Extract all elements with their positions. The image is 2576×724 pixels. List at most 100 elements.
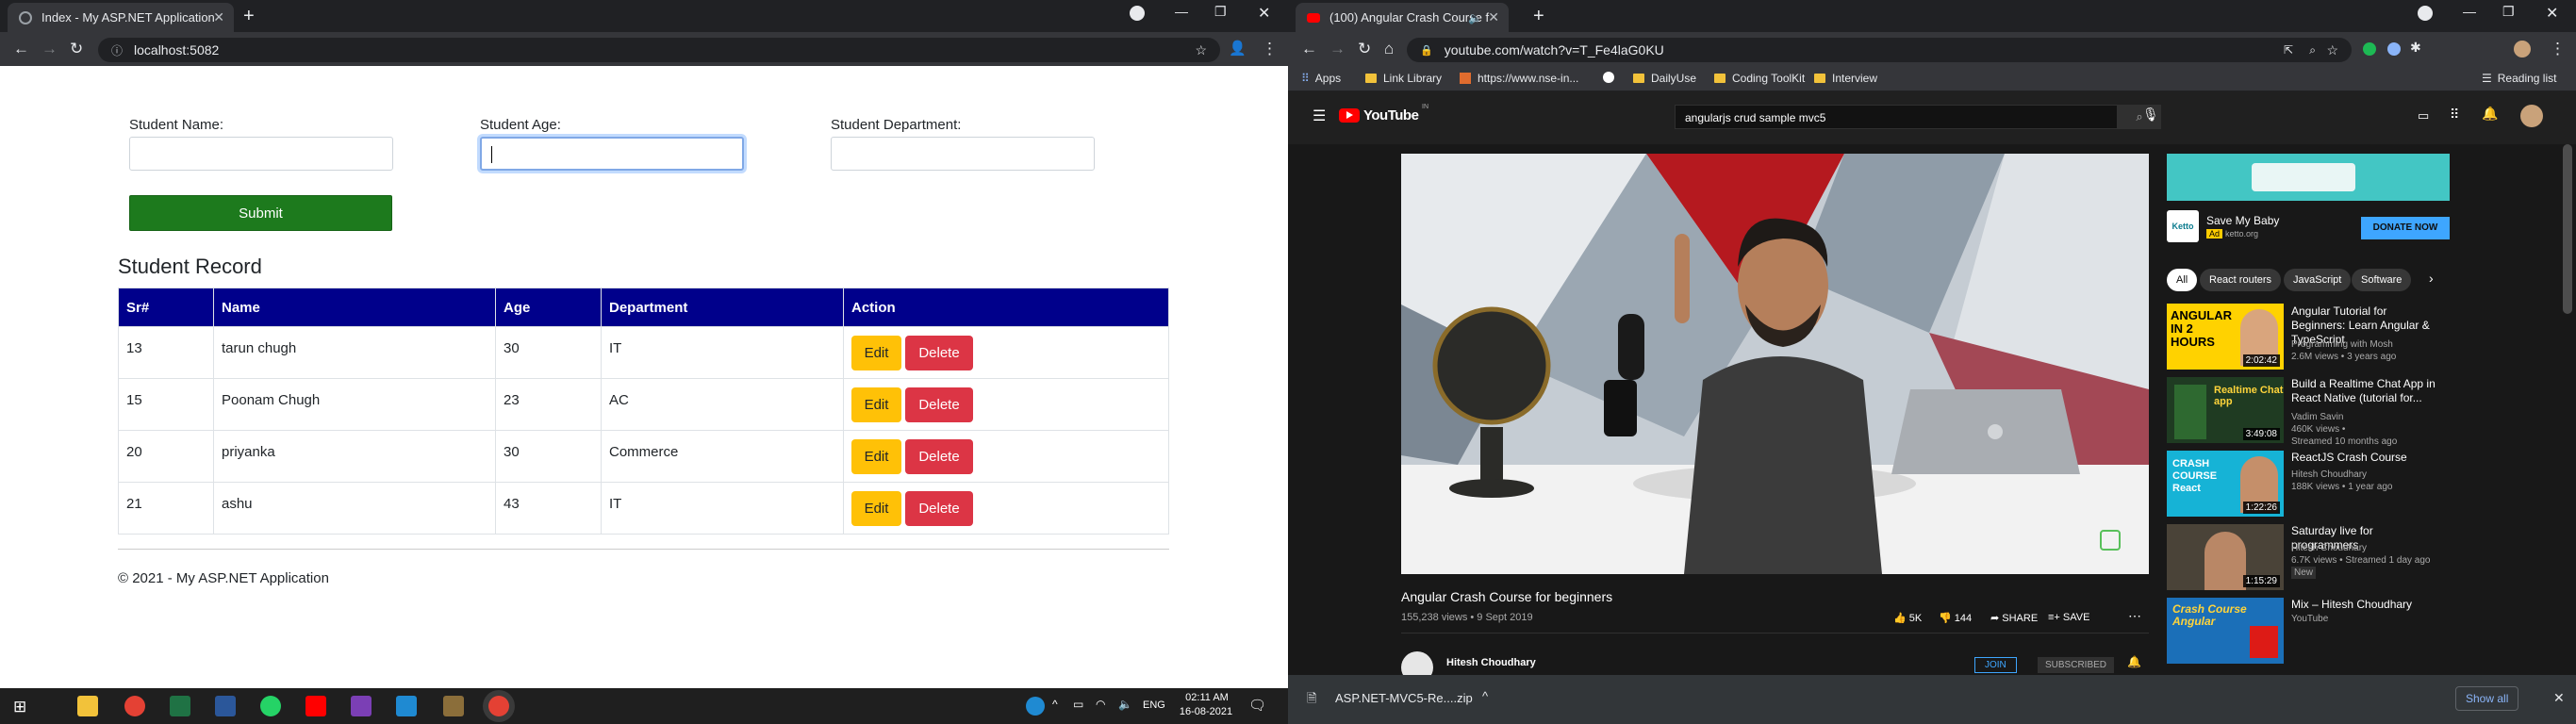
close-icon[interactable]: ✕ xyxy=(2553,690,2565,706)
star-icon[interactable]: ☆ xyxy=(2326,42,2338,58)
vscode-icon[interactable] xyxy=(396,696,417,716)
show-all-button[interactable]: Show all xyxy=(2455,686,2519,711)
student-age-input[interactable] xyxy=(480,137,744,171)
back-icon[interactable]: ← xyxy=(13,40,29,58)
chevron-up-icon[interactable]: ^ xyxy=(1482,689,1488,703)
zoom-icon[interactable]: ⌕ xyxy=(2309,43,2316,58)
notifications-icon[interactable]: 🔔 xyxy=(2482,106,2498,122)
whatsapp-icon[interactable] xyxy=(260,696,281,716)
chrome-active-icon[interactable] xyxy=(488,696,509,716)
delete-button[interactable]: Delete xyxy=(905,490,973,526)
recommendation-thumbnail[interactable]: Crash Course Angular xyxy=(2167,598,2284,664)
student-department-input[interactable] xyxy=(831,137,1095,171)
clock-date[interactable]: 16-08-2021 xyxy=(1177,706,1235,717)
left-active-tab[interactable]: Index - My ASP.NET Application ✕ xyxy=(8,3,234,32)
reload-icon[interactable]: ↻ xyxy=(70,40,83,58)
ad-banner-image[interactable] xyxy=(2167,154,2450,201)
share-page-icon[interactable]: ⇱ xyxy=(2284,43,2293,57)
help-icon[interactable] xyxy=(1026,697,1045,716)
address-bar[interactable]: ⓘ localhost:5082 ☆ xyxy=(98,38,1220,62)
apps-grid-icon[interactable]: ⠿ xyxy=(2450,107,2459,123)
scrollbar-thumb[interactable] xyxy=(2563,144,2572,314)
create-video-icon[interactable]: ▭ xyxy=(2418,108,2429,123)
like-button[interactable]: 👍 5K xyxy=(1893,612,1922,624)
join-button[interactable]: JOIN xyxy=(1974,657,2017,673)
address-bar[interactable]: 🔒 youtube.com/watch?v=T_Fe4laG0KU ⇱ ⌕ ☆ xyxy=(1407,38,2352,62)
bookmark-link-library[interactable]: Link Library xyxy=(1365,72,1442,85)
video-player[interactable] xyxy=(1401,154,2149,574)
donate-now-button[interactable]: DONATE NOW xyxy=(2361,217,2450,239)
delete-button[interactable]: Delete xyxy=(905,387,973,422)
reading-list[interactable]: ☰ Reading list xyxy=(2482,72,2556,85)
edit-button[interactable]: Edit xyxy=(851,438,901,474)
bookmark-circle[interactable] xyxy=(1603,72,1614,83)
notification-center-icon[interactable]: 🗨 xyxy=(1248,697,1266,714)
word-icon[interactable] xyxy=(215,696,236,716)
recommendation-thumbnail[interactable]: ANGULAR IN 2 HOURS 2:02:42 xyxy=(2167,304,2284,370)
extension-icon[interactable] xyxy=(2387,42,2401,56)
tray-overflow-icon[interactable]: ^ xyxy=(1052,698,1058,711)
wifi-icon[interactable]: ◠ xyxy=(1096,698,1105,711)
recommendation-channel[interactable]: Programming with Mosh xyxy=(2291,338,2452,351)
reload-icon[interactable]: ↻ xyxy=(1358,40,1371,58)
subscribed-button[interactable]: SUBSCRIBED xyxy=(2038,657,2115,673)
recommendation-thumbnail[interactable]: Realtime Chat app 3:49:08 xyxy=(2167,377,2284,443)
clock-time[interactable]: 02:11 AM xyxy=(1179,692,1235,703)
save-button[interactable]: ≡+ SAVE xyxy=(2048,612,2089,623)
profile-dot-icon[interactable] xyxy=(2418,6,2433,21)
home-icon[interactable]: ⌂ xyxy=(1384,40,1394,58)
close-window-icon[interactable]: ✕ xyxy=(1258,4,1270,23)
youtube-app-icon[interactable] xyxy=(305,696,326,716)
recommendation-thumbnail[interactable]: CRASH COURSE React 1:22:26 xyxy=(2167,451,2284,517)
excel-icon[interactable] xyxy=(170,696,190,716)
recommendation-channel[interactable]: Hitesh Choudhary xyxy=(2291,542,2452,554)
battery-icon[interactable]: ▭ xyxy=(1073,698,1083,711)
restore-icon[interactable]: ❐ xyxy=(1214,4,1227,20)
chip-javascript[interactable]: JavaScript xyxy=(2284,269,2352,291)
chevron-right-icon[interactable]: › xyxy=(2429,271,2434,286)
snipping-tool-icon[interactable] xyxy=(443,696,464,716)
right-active-tab[interactable]: (100) Angular Crash Course f 🔈 ✕ xyxy=(1296,3,1509,32)
bookmark-apps[interactable]: ⠿ Apps xyxy=(1301,72,1341,85)
share-button[interactable]: ➦ SHARE xyxy=(1990,612,2038,624)
menu-icon[interactable]: ⋮ xyxy=(1262,40,1278,58)
volume-icon[interactable]: 🔈 xyxy=(1118,698,1132,711)
minimize-icon[interactable]: — xyxy=(2463,4,2476,19)
new-tab-icon[interactable]: + xyxy=(243,6,255,27)
edit-button[interactable]: Edit xyxy=(851,335,901,370)
windows-start-icon[interactable]: ⊞ xyxy=(13,698,26,716)
profile-avatar-icon[interactable] xyxy=(2514,41,2531,58)
forward-icon[interactable]: → xyxy=(41,40,58,58)
delete-button[interactable]: Delete xyxy=(905,438,973,474)
chip-react-routers[interactable]: React routers xyxy=(2200,269,2282,291)
star-icon[interactable]: ☆ xyxy=(1195,42,1207,58)
dislike-button[interactable]: 👎 144 xyxy=(1939,612,1972,624)
chrome-icon[interactable] xyxy=(124,696,145,716)
restore-icon[interactable]: ❐ xyxy=(2502,4,2515,20)
microphone-icon[interactable]: 🎙 xyxy=(2142,107,2159,123)
bookmark-daily-use[interactable]: DailyUse xyxy=(1633,72,1696,85)
channel-name[interactable]: Hitesh Choudhary xyxy=(1446,657,1536,668)
account-avatar[interactable] xyxy=(2520,105,2543,127)
menu-icon[interactable]: ⋮ xyxy=(2550,40,2566,58)
forward-icon[interactable]: → xyxy=(1329,40,1346,58)
extensions-puzzle-icon[interactable]: ✱ xyxy=(2410,40,2421,56)
bell-icon[interactable]: 🔔 xyxy=(2127,655,2141,668)
close-window-icon[interactable]: ✕ xyxy=(2546,4,2558,23)
more-actions-icon[interactable]: ⋯ xyxy=(2128,608,2141,624)
minimize-icon[interactable]: — xyxy=(1175,4,1188,19)
profile-dot-icon[interactable] xyxy=(1130,6,1145,21)
language-indicator[interactable]: ENG xyxy=(1143,699,1165,711)
visual-studio-icon[interactable] xyxy=(351,696,372,716)
recommendation-title[interactable]: Build a Realtime Chat App in React Nativ… xyxy=(2291,377,2442,405)
hamburger-menu-icon[interactable]: ☰ xyxy=(1313,107,1326,125)
recommendation-title[interactable]: ReactJS Crash Course xyxy=(2291,451,2442,465)
recommendation-thumbnail[interactable]: 1:15:29 xyxy=(2167,524,2284,590)
submit-button[interactable]: Submit xyxy=(129,195,392,231)
chip-software[interactable]: Software xyxy=(2352,269,2412,291)
chip-all[interactable]: All xyxy=(2167,269,2198,291)
edit-button[interactable]: Edit xyxy=(851,387,901,422)
bookmark-coding-toolkit[interactable]: Coding ToolKit xyxy=(1714,72,1805,85)
close-tab-icon[interactable]: ✕ xyxy=(1488,9,1499,25)
bookmark-interview[interactable]: Interview xyxy=(1814,72,1877,85)
